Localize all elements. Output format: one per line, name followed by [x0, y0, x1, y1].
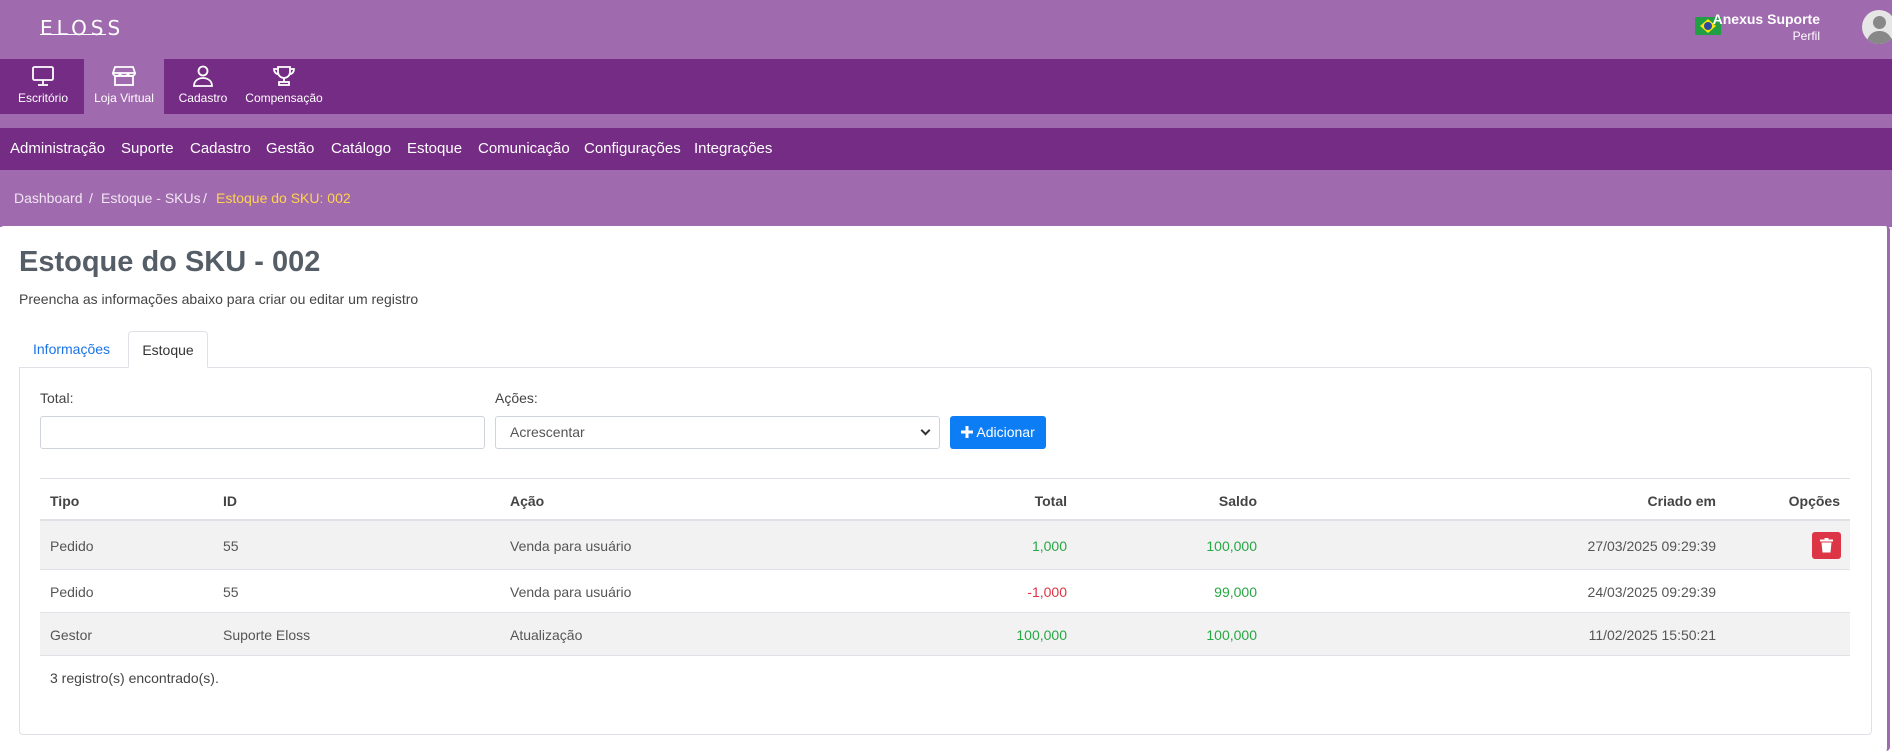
user-avatar-icon[interactable]	[1862, 10, 1892, 44]
profile-link[interactable]: Perfil	[1793, 29, 1820, 43]
chevron-down-icon	[920, 425, 931, 436]
cell-total: -1,000	[1027, 584, 1067, 600]
module-bar: Escritório Loja Virtual Cadastro Compens…	[0, 59, 1892, 114]
store-icon	[112, 66, 136, 86]
tab-estoque[interactable]: Estoque	[128, 331, 208, 368]
trophy-icon	[273, 66, 295, 86]
module-loja-virtual[interactable]: Loja Virtual	[84, 59, 164, 114]
menu-item-estoque[interactable]: Estoque	[407, 140, 462, 157]
header-acao[interactable]: Ação	[510, 493, 544, 509]
main-menu: Administração Suporte Cadastro Gestão Ca…	[0, 128, 1892, 170]
header-spacer	[0, 114, 1892, 128]
table-row: Pedido 55 Venda para usuário -1,000 99,0…	[40, 570, 1850, 613]
cell-saldo: 99,000	[1214, 584, 1257, 600]
header-tipo[interactable]: Tipo	[50, 493, 79, 509]
header-total[interactable]: Total	[870, 493, 1067, 509]
cell-acao: Atualização	[510, 627, 583, 643]
breadcrumb-estoque-skus[interactable]: Estoque - SKUs	[101, 190, 201, 206]
page-title: Estoque do SKU - 002	[19, 246, 321, 278]
menu-item-catalogo[interactable]: Catálogo	[331, 140, 391, 157]
acoes-label: Ações:	[495, 390, 538, 406]
desktop-icon	[32, 66, 54, 86]
menu-item-gestao[interactable]: Gestão	[266, 140, 314, 157]
record-count: 3 registro(s) encontrado(s).	[50, 670, 219, 686]
add-button[interactable]: Adicionar	[950, 416, 1046, 449]
module-label: Compensação	[245, 91, 323, 105]
module-cadastro[interactable]: Cadastro	[172, 59, 234, 114]
add-button-label: Adicionar	[976, 424, 1035, 440]
cell-id: Suporte Eloss	[223, 627, 311, 643]
table-header: Tipo ID Ação Total Saldo Criado em Opçõe…	[40, 478, 1850, 521]
cell-id: 55	[223, 538, 239, 554]
table-row: Pedido 55 Venda para usuário 1,000 100,0…	[40, 521, 1850, 570]
menu-item-comunicacao[interactable]: Comunicação	[478, 140, 570, 157]
avatar-body	[1867, 31, 1892, 44]
acoes-selected-value: Acrescentar	[510, 424, 585, 440]
menu-item-cadastro[interactable]: Cadastro	[190, 140, 251, 157]
module-label: Cadastro	[178, 91, 228, 105]
cell-total: 100,000	[1016, 627, 1067, 643]
logo-underline	[40, 34, 106, 35]
breadcrumb-dashboard[interactable]: Dashboard	[14, 190, 83, 206]
cell-tipo: Pedido	[50, 538, 94, 554]
cell-tipo: Gestor	[50, 627, 93, 643]
acoes-select[interactable]: Acrescentar	[495, 416, 940, 449]
cell-id: 55	[223, 584, 239, 600]
header-saldo[interactable]: Saldo	[1100, 493, 1257, 509]
app-logo[interactable]: ELOSS	[40, 16, 124, 40]
flag-circle	[1704, 22, 1712, 30]
total-label: Total:	[40, 390, 74, 406]
breadcrumb-separator: /	[203, 190, 207, 206]
tab-informacoes[interactable]: Informações	[19, 331, 124, 368]
page-subtitle: Preencha as informações abaixo para cria…	[19, 291, 419, 307]
header-criado-em[interactable]: Criado em	[1400, 493, 1716, 509]
user-name[interactable]: Anexus Suporte	[1713, 11, 1820, 27]
header-opcoes: Opções	[1788, 493, 1840, 509]
cell-acao: Venda para usuário	[510, 538, 632, 554]
header-id[interactable]: ID	[223, 493, 237, 509]
cell-saldo: 100,000	[1206, 538, 1257, 554]
cell-tipo: Pedido	[50, 584, 94, 600]
plus-icon	[961, 426, 974, 438]
menu-item-administracao[interactable]: Administração	[10, 140, 105, 157]
menu-item-integracoes[interactable]: Integrações	[694, 140, 772, 157]
module-compensacao[interactable]: Compensação	[242, 59, 326, 114]
cell-total: 1,000	[1031, 538, 1067, 554]
breadcrumb-current: Estoque do SKU: 002	[216, 190, 351, 206]
delete-button[interactable]	[1812, 532, 1841, 559]
total-input[interactable]	[40, 416, 485, 449]
module-escritorio[interactable]: Escritório	[10, 59, 76, 114]
breadcrumb-separator: /	[89, 190, 93, 206]
avatar-head	[1873, 16, 1886, 29]
trash-icon	[1820, 538, 1833, 553]
top-header: ELOSS Anexus Suporte Perfil	[0, 0, 1892, 59]
module-label: Escritório	[17, 91, 68, 105]
user-icon	[193, 65, 213, 87]
table-row: Gestor Suporte Eloss Atualização 100,000…	[40, 613, 1850, 656]
menu-item-configuracoes[interactable]: Configurações	[584, 140, 681, 157]
cell-criado-em: 24/03/2025 09:29:39	[1587, 584, 1716, 600]
cell-criado-em: 27/03/2025 09:29:39	[1587, 538, 1716, 554]
cell-saldo: 100,000	[1206, 627, 1257, 643]
cell-acao: Venda para usuário	[510, 584, 632, 600]
menu-item-suporte[interactable]: Suporte	[121, 140, 174, 157]
breadcrumb: Dashboard / Estoque - SKUs / Estoque do …	[0, 170, 1892, 227]
cell-criado-em: 11/02/2025 15:50:21	[1588, 627, 1716, 643]
module-label: Loja Virtual	[94, 91, 154, 105]
